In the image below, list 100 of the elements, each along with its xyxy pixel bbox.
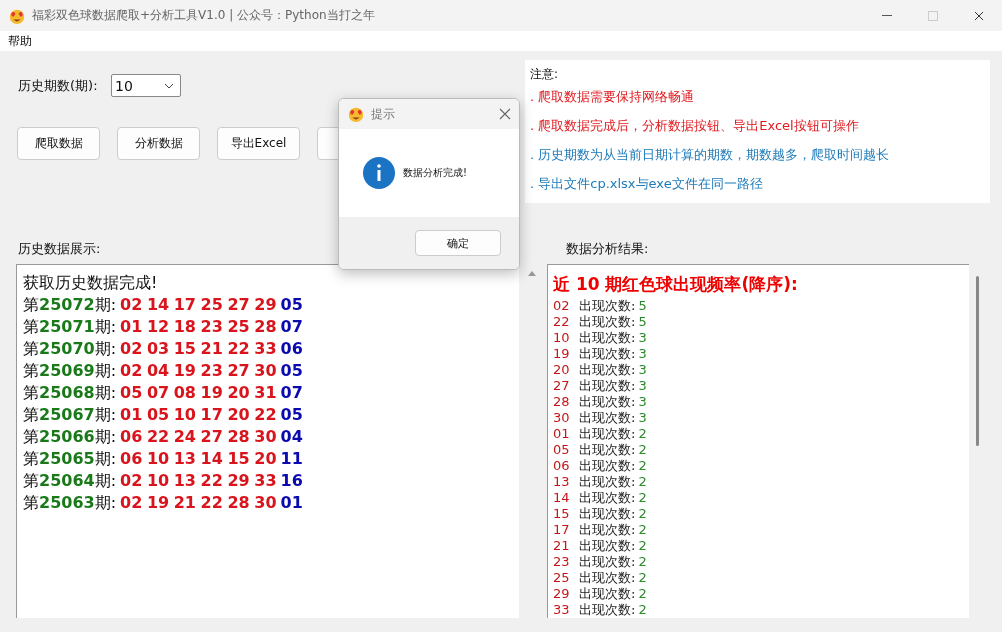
count-label: 出现次数:: [579, 298, 636, 313]
issue-number: 25065: [39, 449, 95, 468]
issue-prefix: 第: [23, 383, 39, 402]
ball-number: 14: [553, 490, 571, 506]
info-icon: [363, 157, 395, 189]
count-label: 出现次数:: [579, 490, 636, 505]
count-label: 出现次数:: [579, 410, 636, 425]
bonus-number: 07: [280, 317, 303, 336]
ball-number: 06: [553, 458, 571, 474]
issue-suffix: 期:: [94, 295, 117, 314]
issue-suffix: 期:: [94, 361, 117, 380]
count-value: 2: [638, 586, 647, 601]
count-value: 3: [638, 378, 647, 393]
issue-suffix: 期:: [94, 317, 117, 336]
ball-number: 15: [553, 506, 571, 522]
ball-number: 01: [553, 426, 571, 442]
count-label: 出现次数:: [579, 330, 636, 345]
bonus-number: 11: [280, 449, 303, 468]
ball-number: 30: [553, 410, 571, 426]
main-numbers: 02 03 15 21 22 33: [120, 339, 277, 358]
note-text: . 历史期数为从当前日期计算的期数，期数越多，爬取时间越长: [530, 146, 890, 164]
count-value: 3: [638, 346, 647, 361]
issue-prefix: 第: [23, 405, 39, 424]
main-numbers: 02 19 21 22 28 30: [120, 493, 277, 512]
action-button[interactable]: 爬取数据: [17, 127, 100, 160]
issue-number: 25069: [39, 361, 95, 380]
main-numbers: 01 12 18 23 25 28: [120, 317, 277, 336]
count-label: 出现次数:: [579, 426, 636, 441]
count-label: 出现次数:: [579, 394, 636, 409]
count-label: 出现次数:: [579, 602, 636, 617]
issue-number: 25067: [39, 405, 95, 424]
ok-button[interactable]: 确定: [415, 230, 501, 256]
note-text: . 爬取数据需要保持网络畅通: [530, 88, 695, 106]
scroll-up-icon[interactable]: [528, 270, 536, 276]
ball-number: 20: [553, 362, 571, 378]
count-value: 2: [638, 426, 647, 441]
action-button[interactable]: 分析数据: [117, 127, 200, 160]
close-button[interactable]: [499, 108, 511, 120]
issue-prefix: 第: [23, 427, 39, 446]
bonus-number: 16: [280, 471, 303, 490]
bonus-number: 05: [280, 361, 303, 380]
count-value: 2: [638, 522, 647, 537]
window-title: 福彩双色球数据爬取+分析工具V1.0 | 公众号：Python当打之年: [32, 7, 376, 24]
count-value: 2: [638, 602, 647, 617]
ball-number: 02: [553, 298, 571, 314]
issue-number: 25072: [39, 295, 95, 314]
app-icon: [347, 105, 365, 123]
issue-suffix: 期:: [94, 449, 117, 468]
status-text: 获取历史数据完成!: [23, 272, 159, 294]
ball-number: 13: [553, 474, 571, 490]
dialog-message: 数据分析完成!: [403, 166, 467, 180]
period-dropdown[interactable]: 10: [111, 74, 181, 97]
issue-prefix: 第: [23, 493, 39, 512]
count-value: 2: [638, 554, 647, 569]
issue-prefix: 第: [23, 449, 39, 468]
main-numbers: 02 04 19 23 27 30: [120, 361, 277, 380]
issue-suffix: 期:: [94, 339, 117, 358]
issue-number: 25064: [39, 471, 95, 490]
count-label: 出现次数:: [579, 378, 636, 393]
count-label: 出现次数:: [579, 314, 636, 329]
count-label: 出现次数:: [579, 362, 636, 377]
ball-number: 10: [553, 330, 571, 346]
note-text: . 导出文件cp.xlsx与exe文件在同一路径: [530, 175, 763, 193]
menu-item[interactable]: 帮助: [8, 32, 32, 50]
main-numbers: 06 10 13 14 15 20: [120, 449, 277, 468]
main-numbers: 06 22 24 27 28 30: [120, 427, 277, 446]
count-label: 出现次数:: [579, 442, 636, 457]
count-label: 出现次数:: [579, 554, 636, 569]
issue-prefix: 第: [23, 471, 39, 490]
count-value: 3: [638, 330, 647, 345]
bonus-number: 04: [280, 427, 303, 446]
count-label: 出现次数:: [579, 474, 636, 489]
ball-number: 27: [553, 378, 571, 394]
bonus-number: 07: [280, 383, 303, 402]
count-value: 2: [638, 474, 647, 489]
main-numbers: 02 10 13 22 29 33: [120, 471, 277, 490]
count-label: 出现次数:: [579, 346, 636, 361]
count-value: 2: [638, 570, 647, 585]
count-value: 3: [638, 394, 647, 409]
issue-prefix: 第: [23, 339, 39, 358]
count-value: 3: [638, 410, 647, 425]
ball-number: 21: [553, 538, 571, 554]
count-value: 2: [638, 458, 647, 473]
count-value: 2: [638, 442, 647, 457]
count-label: 出现次数:: [579, 522, 636, 537]
bonus-number: 01: [280, 493, 303, 512]
count-label: 出现次数:: [579, 570, 636, 585]
scrollbar-thumb[interactable]: [976, 276, 979, 446]
bonus-number: 06: [280, 339, 303, 358]
main-numbers: 05 07 08 19 20 31: [120, 383, 277, 402]
analysis-heading: 近 10 期红色球出现频率(降序):: [553, 273, 799, 295]
count-value: 2: [638, 538, 647, 553]
issue-number: 25063: [39, 493, 95, 512]
count-value: 5: [638, 314, 647, 329]
action-button[interactable]: 导出Excel: [217, 127, 300, 160]
issue-number: 25071: [39, 317, 95, 336]
issue-suffix: 期:: [94, 427, 117, 446]
count-value: 5: [638, 298, 647, 313]
count-value: 2: [638, 506, 647, 521]
bonus-number: 05: [280, 295, 303, 314]
